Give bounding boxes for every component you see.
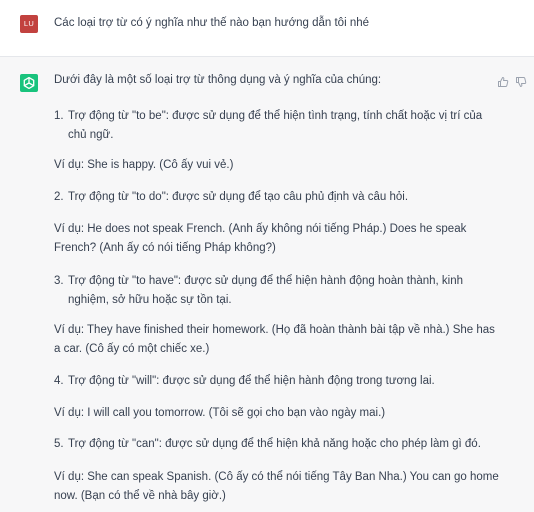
list-item-number: 4. [54, 375, 64, 387]
example-text: Ví dụ: He does not speak French. (Anh ấy… [54, 223, 467, 254]
list-item-text: Trợ động từ "will": được sử dụng để thể … [68, 375, 435, 387]
assistant-intro: Dưới đây là một số loại trợ từ thông dụn… [54, 74, 382, 86]
list-item-number: 5. [54, 438, 64, 450]
list-item-text: Trợ động từ "to be": được sử dụng để thể… [68, 110, 483, 141]
user-message-row: LU Các loại trợ từ có ý nghĩa như thế nà… [0, 0, 534, 57]
list-item-number: 3. [54, 275, 64, 287]
example-text: Ví dụ: I will call you tomorrow. (Tôi sẽ… [54, 407, 386, 419]
list-item-number: 2. [54, 191, 64, 203]
user-avatar: LU [20, 15, 38, 33]
example-text: Ví dụ: She is happy. (Cô ấy vui vẻ.) [54, 159, 234, 171]
user-message-text: Các loại trợ từ có ý nghĩa như thế nào b… [54, 17, 370, 29]
list-item-text: Trợ động từ "to have": được sử dụng để t… [68, 275, 464, 306]
assistant-message-row: Dưới đây là một số loại trợ từ thông dụn… [0, 57, 534, 512]
example-text: Ví dụ: She can speak Spanish. (Cô ấy có … [54, 471, 499, 502]
example-text: Ví dụ: They have finished their homework… [54, 324, 495, 355]
list-item-number: 1. [54, 110, 64, 122]
list-item-text: Trợ động từ "can": được sử dụng để thể h… [68, 438, 481, 450]
openai-logo-icon [20, 74, 38, 92]
list-item-text: Trợ động từ "to do": được sử dụng để tạo… [68, 191, 409, 203]
thumbs-down-icon[interactable] [515, 76, 527, 91]
